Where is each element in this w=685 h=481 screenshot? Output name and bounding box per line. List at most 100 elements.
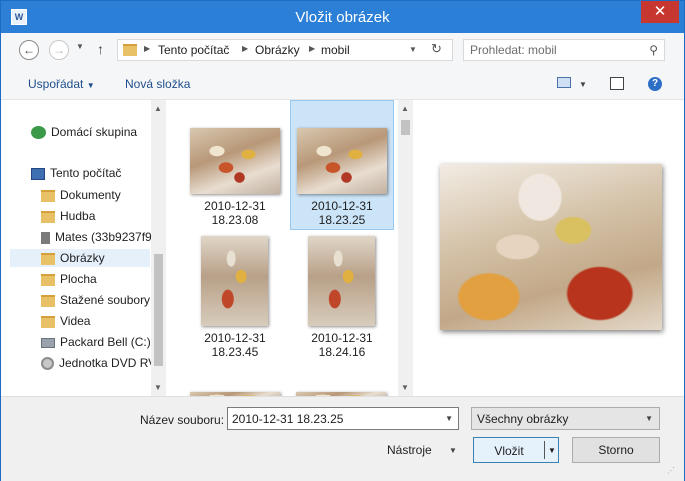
nav-item-pictures[interactable]: Obrázky xyxy=(41,248,151,268)
file-item[interactable]: 2010-12-31 18.23.08 xyxy=(183,100,287,230)
search-box[interactable]: Prohledat: mobil ⚲ xyxy=(463,39,665,61)
file-list-scrollbar[interactable]: ▲ ▼ xyxy=(398,100,413,396)
nav-item-label: Obrázky xyxy=(60,251,105,265)
file-thumbnail xyxy=(190,128,280,194)
chevron-right-icon[interactable]: ▶ xyxy=(144,44,150,53)
file-name-date: 2010-12-31 xyxy=(204,331,266,345)
drive-icon xyxy=(41,337,55,348)
insert-button[interactable]: Vložit ▼ xyxy=(473,437,559,463)
folder-icon xyxy=(41,210,55,223)
chevron-down-icon[interactable]: ▼ xyxy=(449,446,457,455)
nav-item-label: Packard Bell (C:) xyxy=(60,335,151,349)
up-one-level-button[interactable]: ↑ xyxy=(97,41,104,57)
nav-item-this-pc[interactable]: Tento počítač xyxy=(31,163,151,183)
cancel-button[interactable]: Storno xyxy=(572,437,660,463)
nav-item-desktop[interactable]: Plocha xyxy=(41,269,151,289)
address-dropdown-icon[interactable]: ▼ xyxy=(409,45,417,54)
change-view-icon[interactable] xyxy=(557,77,571,88)
file-item[interactable]: 2010-12-31 18.24.16 xyxy=(290,230,394,360)
preview-image xyxy=(440,164,662,330)
folder-icon xyxy=(41,252,55,265)
chevron-right-icon[interactable]: ▶ xyxy=(242,44,248,53)
navigation-bar: ← → ▼ ↑ ▶ Tento počítač ▶ Obrázky ▶ mobi… xyxy=(1,33,684,69)
nav-item-videos[interactable]: Videa xyxy=(41,311,151,331)
nav-item-label: Plocha xyxy=(60,272,97,286)
file-name-date: 2010-12-31 xyxy=(204,199,266,213)
insert-picture-dialog: W Vložit obrázek ✕ ← → ▼ ↑ ▶ Tento počít… xyxy=(0,0,685,481)
file-item[interactable]: 2010-12-31 18.23.25 xyxy=(290,100,394,230)
photo-thumbnail xyxy=(190,128,280,194)
file-list: 2010-12-31 18.23.08 2010-12-31 18.23.25 … xyxy=(169,100,398,396)
chevron-down-icon[interactable]: ▼ xyxy=(548,446,556,455)
view-options-dropdown-icon[interactable]: ▼ xyxy=(579,80,587,89)
homegroup-icon xyxy=(31,126,46,140)
folder-icon xyxy=(41,273,55,286)
new-folder-button[interactable]: Nová složka xyxy=(125,77,190,91)
navigation-pane-scrollbar[interactable]: ▲ ▼ xyxy=(151,100,166,396)
file-name-label: Název souboru: xyxy=(140,413,225,427)
help-icon[interactable]: ? xyxy=(648,77,662,91)
file-type-select[interactable]: Všechny obrázky ▼ xyxy=(471,407,660,430)
breadcrumb-mobil[interactable]: mobil xyxy=(321,43,350,57)
insert-button-label: Vložit xyxy=(494,444,524,458)
folder-icon xyxy=(41,315,55,328)
chevron-down-icon: ▼ xyxy=(645,414,653,423)
preview-pane-icon[interactable] xyxy=(610,77,624,90)
chevron-down-icon: ▼ xyxy=(86,81,95,90)
file-name-time: 18.23.45 xyxy=(211,345,259,359)
nav-item-music[interactable]: Hudba xyxy=(41,206,151,226)
breadcrumb-pictures[interactable]: Obrázky xyxy=(255,43,300,57)
scrollbar-thumb[interactable] xyxy=(154,254,163,366)
file-name-time: 18.24.16 xyxy=(318,345,366,359)
scroll-up-icon[interactable]: ▲ xyxy=(401,104,409,113)
scroll-down-icon[interactable]: ▼ xyxy=(401,383,409,392)
nav-item-label: Videa xyxy=(60,314,91,328)
file-thumbnail xyxy=(201,236,268,326)
search-icon[interactable]: ⚲ xyxy=(649,43,658,57)
nav-item-homegroup[interactable]: Domácí skupina xyxy=(31,122,151,142)
nav-item-label: Tento počítač xyxy=(50,166,122,180)
nav-item-drive-c[interactable]: Packard Bell (C:) xyxy=(41,332,151,352)
preview-photo xyxy=(440,164,662,330)
file-name-time: 18.23.08 xyxy=(211,213,259,227)
command-toolbar: Uspořádat ▼ Nová složka ▼ ? xyxy=(1,69,684,100)
close-button[interactable]: ✕ xyxy=(641,1,679,23)
split-divider xyxy=(544,441,545,459)
file-thumbnail xyxy=(308,236,375,326)
nav-item-label: Dokumenty xyxy=(60,188,121,202)
nav-item-documents[interactable]: Dokumenty xyxy=(41,185,151,205)
title-bar[interactable]: W Vložit obrázek ✕ xyxy=(1,1,684,33)
nav-item-label: Stažené soubory xyxy=(60,293,151,307)
file-item[interactable]: 2010-12-31 18.23.45 xyxy=(183,230,287,360)
photo-thumbnail xyxy=(297,128,387,194)
chevron-right-icon[interactable]: ▶ xyxy=(309,44,315,53)
file-name-date: 2010-12-31 xyxy=(311,331,373,345)
computer-icon xyxy=(31,167,45,180)
chevron-down-icon[interactable]: ▼ xyxy=(445,414,453,423)
window-title: Vložit obrázek xyxy=(295,9,390,26)
organize-button[interactable]: Uspořádat ▼ xyxy=(28,77,95,91)
file-name-field[interactable]: 2010-12-31 18.23.25 ▼ xyxy=(227,407,459,430)
recent-locations-dropdown-icon[interactable]: ▼ xyxy=(76,42,84,51)
tools-button[interactable]: Nástroje xyxy=(387,443,432,457)
search-input[interactable]: Prohledat: mobil xyxy=(470,43,557,57)
forward-button[interactable]: → xyxy=(49,40,69,60)
address-bar[interactable]: ▶ Tento počítač ▶ Obrázky ▶ mobil ▼ ↻ xyxy=(117,39,453,61)
nav-item-phone[interactable]: Mates (33b9237f9 xyxy=(41,227,151,247)
file-type-value: Všechny obrázky xyxy=(477,412,569,426)
refresh-button[interactable]: ↻ xyxy=(431,41,442,57)
scrollbar-thumb[interactable] xyxy=(401,120,410,135)
nav-item-label: Mates (33b9237f9 xyxy=(55,230,151,244)
back-button[interactable]: ← xyxy=(19,40,39,60)
resize-grip-icon[interactable]: ⋰ xyxy=(667,465,679,477)
scroll-up-icon[interactable]: ▲ xyxy=(154,104,162,113)
file-name-input[interactable]: 2010-12-31 18.23.25 xyxy=(232,412,343,426)
nav-item-label: Domácí skupina xyxy=(51,125,138,139)
scroll-down-icon[interactable]: ▼ xyxy=(154,383,162,392)
nav-item-dvd-drive[interactable]: Jednotka DVD RV xyxy=(41,353,151,373)
folder-icon xyxy=(41,189,55,202)
photo-thumbnail xyxy=(201,236,268,326)
nav-item-downloads[interactable]: Stažené soubory xyxy=(41,290,151,310)
breadcrumb-this-pc[interactable]: Tento počítač xyxy=(158,43,229,57)
file-thumbnail xyxy=(297,128,387,194)
